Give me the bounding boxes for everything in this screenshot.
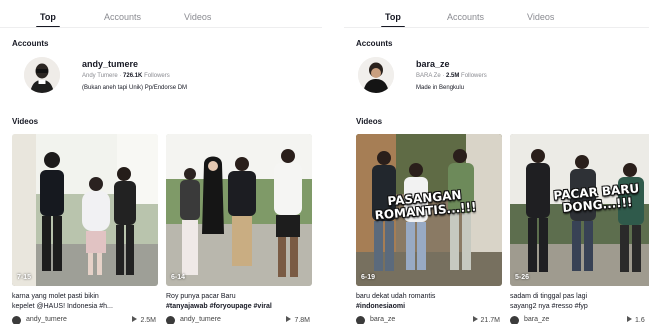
video-card[interactable]: PASANGAN ROMANTIS...!!! 6-19 baru dekat … (356, 134, 502, 324)
avatar[interactable] (358, 57, 394, 93)
videos-heading: Videos (356, 117, 383, 126)
video-caption: baru dekat udah romantis #indonesiaomi (356, 292, 502, 312)
video-caption: karna yang molet pasti bikin kepelet @HA… (12, 292, 158, 312)
tab-top[interactable]: Top (381, 12, 405, 28)
account-bio: (Bukan aneh tapi Unik) Pp/Endorse DM (82, 85, 188, 91)
avatar[interactable] (356, 316, 365, 324)
tab-accounts[interactable]: Accounts (447, 12, 484, 22)
tab-videos[interactable]: Videos (527, 12, 554, 22)
account-username[interactable]: andy_tumere (82, 59, 138, 69)
view-count-value: 2.5M (140, 317, 156, 324)
video-author[interactable]: bara_ze (370, 316, 395, 323)
view-count: 21.7M (472, 316, 500, 324)
followers-label: Followers (461, 73, 487, 79)
video-thumbnail[interactable]: 7-15 (12, 134, 158, 286)
video-duration: 6-19 (361, 274, 376, 281)
video-author[interactable]: andy_tumere (180, 316, 221, 323)
view-count: 2.5M (132, 316, 156, 324)
video-meta: andy_tumere 7.8M (166, 315, 312, 324)
accounts-heading: Accounts (12, 39, 49, 48)
account-result-andy[interactable]: andy_tumere Andy Tumere · 726.1K Followe… (24, 55, 304, 100)
avatar[interactable] (510, 316, 519, 324)
video-card[interactable]: PACAR BARU DONG...!!! 5-26 sadam di ting… (510, 134, 649, 324)
avatar-icon (24, 57, 60, 93)
avatar[interactable] (24, 57, 60, 93)
video-duration: 6-14 (171, 274, 186, 281)
tab-videos[interactable]: Videos (184, 12, 211, 22)
followers-count: 2.5M (446, 73, 460, 79)
followers-label: Followers (144, 73, 170, 79)
video-duration: 7-15 (17, 274, 32, 281)
account-display-name: BARA Ze (416, 73, 441, 79)
video-author[interactable]: bara_ze (524, 316, 549, 323)
video-thumbnail-image (12, 134, 158, 286)
account-result-bara[interactable]: bara_ze BARA Ze · 2.5M Followers Made in… (358, 55, 638, 100)
video-thumbnail[interactable]: PACAR BARU DONG...!!! 5-26 (510, 134, 649, 286)
video-thumbnail[interactable]: PASANGAN ROMANTIS...!!! 6-19 (356, 134, 502, 286)
account-username[interactable]: bara_ze (416, 59, 450, 69)
view-count-value: 21.7M (480, 317, 500, 324)
caption-line: kepelet @HAUS! Indonesia #h... (12, 303, 113, 310)
search-tabs: Top Accounts Videos (344, 12, 649, 28)
tab-accounts[interactable]: Accounts (104, 12, 141, 22)
view-count-value: 7.8M (294, 317, 310, 324)
tab-top[interactable]: Top (36, 12, 60, 28)
caption-line: sayang2 nya #resso #fyp (510, 303, 588, 310)
video-caption: sadam di tinggal pas lagi sayang2 nya #r… (510, 292, 649, 312)
play-icon (132, 316, 138, 322)
followers-count: 726.1K (123, 73, 143, 79)
search-results-panel-left: Top Accounts Videos Accounts andy_tumere… (0, 0, 322, 324)
caption-line: sadam di tinggal pas lagi (510, 293, 588, 300)
view-count: 7.8M (286, 316, 310, 324)
play-icon (472, 316, 478, 322)
video-caption: Roy punya pacar Baru #tanyajawab #foryou… (166, 292, 312, 312)
avatar-icon (358, 57, 394, 93)
video-meta: andy_tumere 2.5M (12, 315, 158, 324)
video-meta: bara_ze 21.7M (356, 315, 502, 324)
tab-divider (0, 27, 322, 28)
account-display-name: Andy Tumere (82, 73, 118, 79)
accounts-heading: Accounts (356, 39, 393, 48)
caption-line: #indonesiaomi (356, 303, 406, 310)
view-count: 1.6 (627, 316, 645, 324)
tab-divider (344, 27, 649, 28)
play-icon (286, 316, 292, 322)
caption-line: karna yang molet pasti bikin (12, 293, 99, 300)
videos-heading: Videos (12, 117, 39, 126)
account-bio: Made in Bengkulu (416, 85, 465, 91)
video-author[interactable]: andy_tumere (26, 316, 67, 323)
avatar[interactable] (12, 316, 21, 324)
video-thumbnail[interactable]: 6-14 (166, 134, 312, 286)
caption-line: Roy punya pacar Baru (166, 293, 236, 300)
view-count-value: 1.6 (635, 317, 645, 324)
video-thumbnail-image (166, 134, 312, 286)
video-meta: bara_ze 1.6 (510, 315, 649, 324)
avatar[interactable] (166, 316, 175, 324)
video-duration: 5-26 (515, 274, 530, 281)
account-meta: Andy Tumere · 726.1K Followers (82, 73, 170, 79)
play-icon (627, 316, 632, 322)
search-results-panel-right: Top Accounts Videos Accounts bara_ze BAR… (344, 0, 649, 324)
search-tabs: Top Accounts Videos (0, 12, 322, 28)
video-card[interactable]: 6-14 Roy punya pacar Baru #tanyajawab #f… (166, 134, 312, 324)
caption-line: baru dekat udah romantis (356, 293, 436, 300)
video-card[interactable]: 7-15 karna yang molet pasti bikin kepele… (12, 134, 158, 324)
account-meta: BARA Ze · 2.5M Followers (416, 73, 487, 79)
caption-line: #tanyajawab #foryoupage #viral (166, 303, 272, 310)
